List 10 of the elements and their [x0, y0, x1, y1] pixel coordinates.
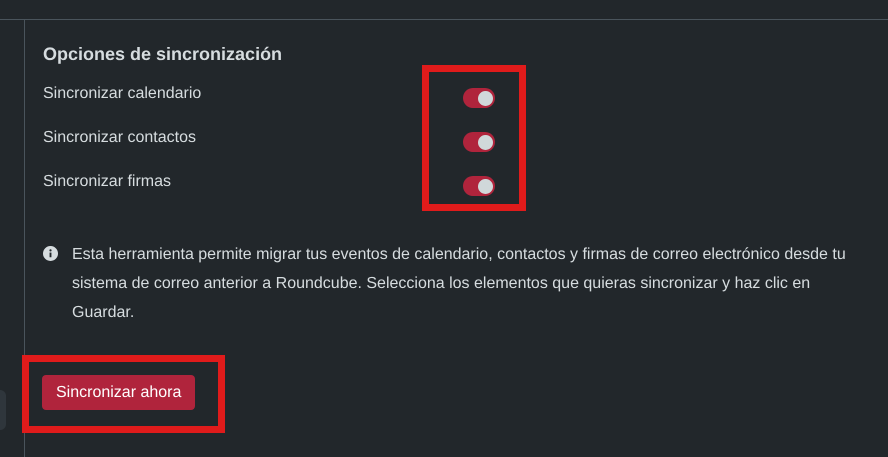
info-text: Esta herramienta permite migrar tus eventos de calendario, contactos y firmas de correo electrónico desde tu sistema de correo anterior a Roundcube. Selecciona los elementos que quieras sincronizar y haz clic en Guardar.	[72, 245, 847, 323]
sync-now-button[interactable]: Sincronizar ahora	[42, 375, 196, 410]
section-title: Opciones de sincronización	[43, 43, 284, 66]
toggle-switch[interactable]	[463, 176, 495, 196]
option-label: Sincronizar calendario	[43, 84, 202, 104]
toggle-switch[interactable]	[463, 132, 495, 152]
toggle-switch[interactable]	[463, 88, 495, 108]
option-label: Sincronizar firmas	[43, 172, 172, 192]
info-icon	[43, 246, 58, 261]
option-label: Sincronizar contactos	[43, 128, 196, 148]
